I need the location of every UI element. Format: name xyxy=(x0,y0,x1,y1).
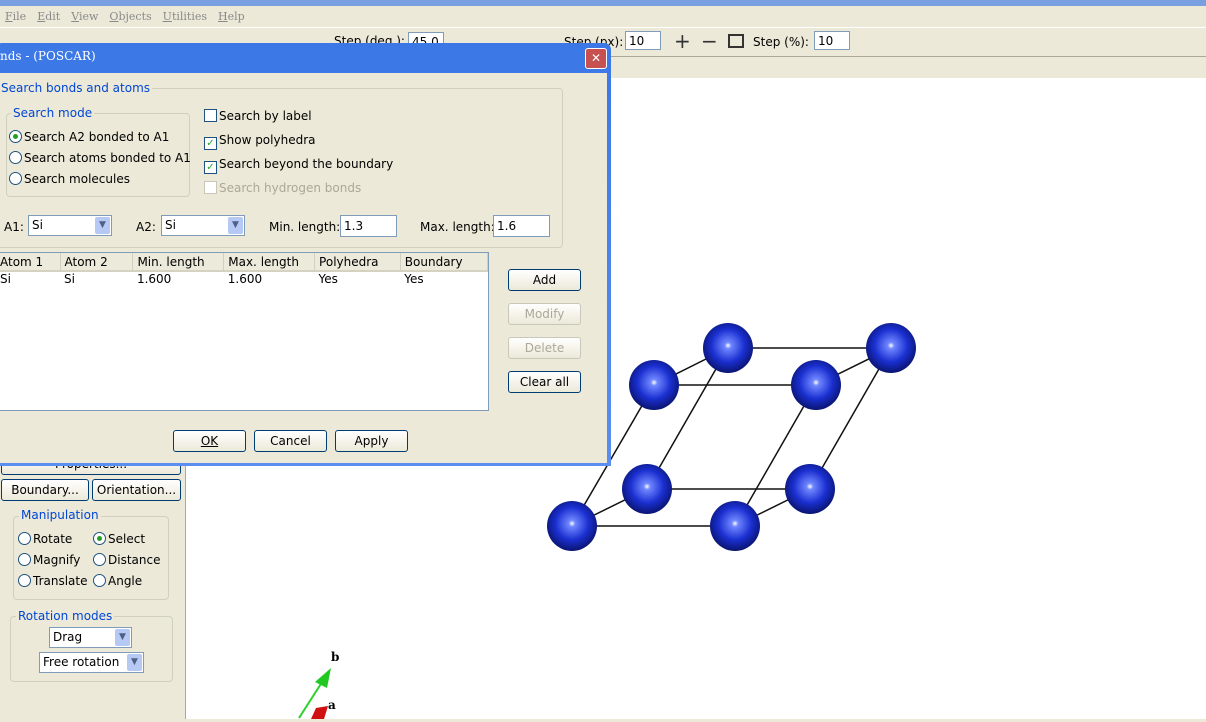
a1-label: A1: xyxy=(4,220,24,234)
si-atom[interactable] xyxy=(791,360,841,410)
menu-edit[interactable]: Edit xyxy=(37,7,60,27)
table-cell: Si xyxy=(64,272,75,286)
radio-search-atoms[interactable]: Search atoms bonded to A1 xyxy=(9,151,191,165)
min-length-input[interactable]: 1.3 xyxy=(340,215,397,237)
zoom-out-icon[interactable]: − xyxy=(701,29,718,53)
radio-magnify[interactable]: Magnify xyxy=(18,553,80,567)
rotation-type-select[interactable]: Free rotation ▼ xyxy=(39,652,144,673)
check-search-hydrogen-bonds: Search hydrogen bonds xyxy=(204,181,361,195)
column-header[interactable]: Boundary xyxy=(400,253,489,272)
menu-help[interactable]: Help xyxy=(218,7,245,27)
rotation-modes-title: Rotation modes xyxy=(16,609,115,623)
step-pct-label: Step (%): xyxy=(753,35,809,49)
add-button[interactable]: Add xyxy=(508,269,581,291)
table-cell: 1.600 xyxy=(227,272,263,286)
radio-select[interactable]: Select xyxy=(93,532,145,546)
clear-all-button[interactable]: Clear all xyxy=(508,371,581,393)
column-header[interactable]: Atom 1 xyxy=(0,253,61,272)
step-px-input[interactable]: 10 xyxy=(625,31,661,50)
manipulation-title: Manipulation xyxy=(19,508,101,522)
boundary-button[interactable]: Boundary... xyxy=(1,479,89,501)
si-atom[interactable] xyxy=(785,464,835,514)
zoom-in-icon[interactable]: + xyxy=(674,29,691,53)
b-axis-arrow xyxy=(315,668,331,688)
delete-button[interactable]: Delete xyxy=(508,337,581,359)
radio-distance[interactable]: Distance xyxy=(93,553,160,567)
close-button[interactable]: ✕ xyxy=(585,48,607,69)
table-row[interactable]: Si Si 1.600 1.600 Yes Yes xyxy=(0,271,488,286)
check-search-by-label[interactable]: Search by label xyxy=(204,109,312,123)
a2-select[interactable]: Si ▼ xyxy=(161,215,245,236)
si-atom[interactable] xyxy=(710,501,760,551)
table-cell: Si xyxy=(0,272,11,286)
modify-button[interactable]: Modify xyxy=(508,303,581,325)
max-length-label: Max. length: xyxy=(420,220,495,234)
min-length-label: Min. length: xyxy=(269,220,341,234)
menu-view[interactable]: View xyxy=(71,7,98,27)
table-cell: 1.600 xyxy=(136,272,172,286)
window-title-bar xyxy=(0,0,1206,6)
check-search-beyond-boundary[interactable]: ✓ Search beyond the boundary xyxy=(204,157,393,174)
radio-search-a2[interactable]: Search A2 bonded to A1 xyxy=(9,130,169,144)
table-cell: Yes xyxy=(404,272,424,286)
chevron-down-icon: ▼ xyxy=(228,217,243,234)
chevron-down-icon: ▼ xyxy=(115,629,130,646)
check-show-polyhedra[interactable]: ✓ Show polyhedra xyxy=(204,133,315,150)
rotation-mode-select[interactable]: Drag ▼ xyxy=(49,627,132,648)
si-atom[interactable] xyxy=(703,323,753,373)
search-mode-title: Search mode xyxy=(11,106,95,120)
chevron-down-icon: ▼ xyxy=(127,654,142,671)
b-axis-label: b xyxy=(331,650,339,664)
ok-button[interactable]: OK xyxy=(173,430,246,452)
chevron-down-icon: ▼ xyxy=(95,217,110,234)
dialog-title: nds - (POSCAR) xyxy=(0,49,96,63)
a1-select[interactable]: Si ▼ xyxy=(28,215,112,236)
a-axis-arrow xyxy=(311,706,328,719)
search-group-title: Search bonds and atoms xyxy=(0,81,153,95)
a2-label: A2: xyxy=(136,220,156,234)
apply-button[interactable]: Apply xyxy=(335,430,408,452)
bonds-dialog: nds - (POSCAR) ✕ Search bonds and atoms … xyxy=(0,43,611,466)
a-axis-label: a xyxy=(328,698,336,712)
cancel-button[interactable]: Cancel xyxy=(254,430,327,452)
radio-translate[interactable]: Translate xyxy=(18,574,88,588)
orientation-button[interactable]: Orientation... xyxy=(92,479,181,501)
menu-objects[interactable]: Objects xyxy=(109,7,151,27)
si-atom[interactable] xyxy=(547,501,597,551)
radio-angle[interactable]: Angle xyxy=(93,574,142,588)
menu-utilities[interactable]: Utilities xyxy=(163,7,207,27)
si-atom[interactable] xyxy=(629,360,679,410)
radio-search-molecules[interactable]: Search molecules xyxy=(9,172,130,186)
step-pct-input[interactable]: 10 xyxy=(814,31,850,50)
bonds-table[interactable]: Atom 1 Atom 2 Min. length Max. length Polyhe… xyxy=(0,252,489,411)
column-header[interactable]: Polyhedra xyxy=(314,253,401,272)
si-atom[interactable] xyxy=(622,464,672,514)
si-atom[interactable] xyxy=(866,323,916,373)
max-length-input[interactable]: 1.6 xyxy=(493,215,550,237)
column-header[interactable]: Max. length xyxy=(223,253,316,272)
menu-bar: File Edit View Objects Utilities Help xyxy=(0,7,1206,28)
table-cell: Yes xyxy=(318,272,338,286)
fit-view-icon[interactable] xyxy=(728,34,744,48)
column-header[interactable]: Atom 2 xyxy=(60,253,134,272)
radio-rotate[interactable]: Rotate xyxy=(18,532,72,546)
menu-file[interactable]: File xyxy=(5,7,26,27)
column-header[interactable]: Min. length xyxy=(132,253,225,272)
